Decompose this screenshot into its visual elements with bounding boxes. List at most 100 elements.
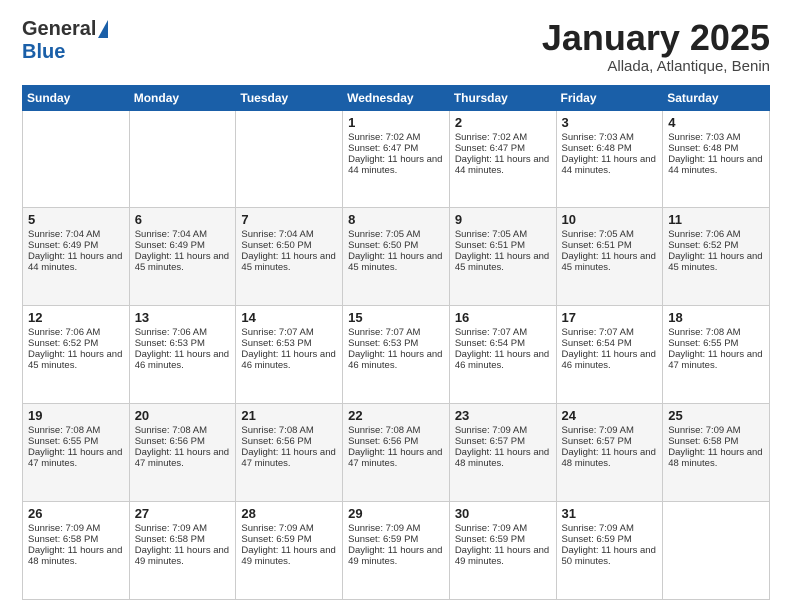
header-friday: Friday [556,85,663,110]
calendar-row: 19Sunrise: 7:08 AMSunset: 6:55 PMDayligh… [23,404,770,502]
logo-triangle-icon [98,20,108,38]
daylight-text: Daylight: 11 hours and 48 minutes. [668,447,764,469]
sunrise-text: Sunrise: 7:09 AM [455,425,551,436]
header: General Blue January 2025 Allada, Atlant… [22,18,770,75]
header-monday: Monday [129,85,236,110]
sunset-text: Sunset: 6:59 PM [455,534,551,545]
day-number: 4 [668,115,764,130]
sunrise-text: Sunrise: 7:09 AM [28,523,124,534]
sunrise-text: Sunrise: 7:08 AM [28,425,124,436]
day-number: 10 [562,212,658,227]
page: General Blue January 2025 Allada, Atlant… [0,0,792,612]
day-number: 9 [455,212,551,227]
sunset-text: Sunset: 6:58 PM [135,534,231,545]
calendar-cell: 19Sunrise: 7:08 AMSunset: 6:55 PMDayligh… [23,404,130,502]
logo-general-text: General [22,18,96,41]
calendar-cell: 9Sunrise: 7:05 AMSunset: 6:51 PMDaylight… [449,208,556,306]
logo: General Blue [22,18,108,64]
sunrise-text: Sunrise: 7:04 AM [241,229,337,240]
sunrise-text: Sunrise: 7:07 AM [348,327,444,338]
sunrise-text: Sunrise: 7:06 AM [135,327,231,338]
daylight-text: Daylight: 11 hours and 49 minutes. [241,545,337,567]
logo-blue-text: Blue [22,41,65,64]
daylight-text: Daylight: 11 hours and 45 minutes. [135,251,231,273]
calendar-cell: 27Sunrise: 7:09 AMSunset: 6:58 PMDayligh… [129,502,236,600]
daylight-text: Daylight: 11 hours and 46 minutes. [455,349,551,371]
daylight-text: Daylight: 11 hours and 44 minutes. [562,154,658,176]
sunset-text: Sunset: 6:48 PM [668,143,764,154]
day-number: 13 [135,310,231,325]
calendar-cell: 28 Sunrise: 7:09 AMSunset: 6:59 PMDayligh… [236,502,343,600]
sunset-text: Sunset: 6:58 PM [668,436,764,447]
sunrise-text: Sunrise: 7:05 AM [562,229,658,240]
sunrise-text: Sunrise: 7:09 AM [455,523,551,534]
calendar-cell: 20Sunrise: 7:08 AMSunset: 6:56 PMDayligh… [129,404,236,502]
sunrise-text: Sunrise: 7:05 AM [455,229,551,240]
calendar-cell: 23Sunrise: 7:09 AMSunset: 6:57 PMDayligh… [449,404,556,502]
day-number: 18 [668,310,764,325]
day-number: 21 [241,408,337,423]
daylight-text: Daylight: 11 hours and 46 minutes. [241,349,337,371]
sunrise-text: Sunrise: 7:07 AM [241,327,337,338]
calendar-cell: 18 Sunrise: 7:08 AMSunset: 6:55 PMDayligh… [663,306,770,404]
daylight-text: Daylight: 11 hours and 49 minutes. [455,545,551,567]
daylight-text: Daylight: 11 hours and 44 minutes. [455,154,551,176]
day-number: 3 [562,115,658,130]
day-number: 28 [241,506,337,521]
header-saturday: Saturday [663,85,770,110]
sunrise-text: Sunrise: 7:04 AM [135,229,231,240]
sunrise-text: Sunrise: 7:09 AM [668,425,764,436]
day-number: 6 [135,212,231,227]
sunset-text: Sunset: 6:59 PM [241,534,337,545]
calendar-cell: 24Sunrise: 7:09 AMSunset: 6:57 PMDayligh… [556,404,663,502]
header-thursday: Thursday [449,85,556,110]
daylight-text: Daylight: 11 hours and 47 minutes. [241,447,337,469]
sunrise-text: Sunrise: 7:09 AM [241,523,337,534]
calendar-cell: 22Sunrise: 7:08 AMSunset: 6:56 PMDayligh… [343,404,450,502]
calendar-cell: 1Sunrise: 7:02 AMSunset: 6:47 PMDaylight… [343,110,450,208]
sunset-text: Sunset: 6:54 PM [455,338,551,349]
calendar-cell: 14Sunrise: 7:07 AMSunset: 6:53 PMDayligh… [236,306,343,404]
calendar-cell: 30Sunrise: 7:09 AMSunset: 6:59 PMDayligh… [449,502,556,600]
daylight-text: Daylight: 11 hours and 46 minutes. [135,349,231,371]
calendar-cell [129,110,236,208]
daylight-text: Daylight: 11 hours and 44 minutes. [668,154,764,176]
daylight-text: Daylight: 11 hours and 47 minutes. [348,447,444,469]
calendar-cell: 8Sunrise: 7:05 AMSunset: 6:50 PMDaylight… [343,208,450,306]
daylight-text: Daylight: 11 hours and 46 minutes. [348,349,444,371]
sunrise-text: Sunrise: 7:08 AM [348,425,444,436]
daylight-text: Daylight: 11 hours and 50 minutes. [562,545,658,567]
calendar-cell: 7Sunrise: 7:04 AMSunset: 6:50 PMDaylight… [236,208,343,306]
daylight-text: Daylight: 11 hours and 45 minutes. [241,251,337,273]
calendar-row: 26Sunrise: 7:09 AMSunset: 6:58 PMDayligh… [23,502,770,600]
day-number: 2 [455,115,551,130]
sunset-text: Sunset: 6:59 PM [348,534,444,545]
sunset-text: Sunset: 6:57 PM [455,436,551,447]
daylight-text: Daylight: 11 hours and 45 minutes. [348,251,444,273]
location-subtitle: Allada, Atlantique, Benin [542,58,770,75]
sunset-text: Sunset: 6:59 PM [562,534,658,545]
sunset-text: Sunset: 6:53 PM [348,338,444,349]
sunset-text: Sunset: 6:56 PM [348,436,444,447]
calendar-cell: 15Sunrise: 7:07 AMSunset: 6:53 PMDayligh… [343,306,450,404]
sunset-text: Sunset: 6:52 PM [28,338,124,349]
calendar-cell: 21Sunrise: 7:08 AMSunset: 6:56 PMDayligh… [236,404,343,502]
day-number: 19 [28,408,124,423]
sunset-text: Sunset: 6:55 PM [668,338,764,349]
calendar-cell [236,110,343,208]
calendar-row: 1Sunrise: 7:02 AMSunset: 6:47 PMDaylight… [23,110,770,208]
calendar-row: 5Sunrise: 7:04 AMSunset: 6:49 PMDaylight… [23,208,770,306]
daylight-text: Daylight: 11 hours and 47 minutes. [668,349,764,371]
calendar-cell: 13Sunrise: 7:06 AMSunset: 6:53 PMDayligh… [129,306,236,404]
sunset-text: Sunset: 6:53 PM [241,338,337,349]
sunrise-text: Sunrise: 7:08 AM [668,327,764,338]
sunset-text: Sunset: 6:49 PM [28,240,124,251]
sunrise-text: Sunrise: 7:03 AM [562,132,658,143]
sunrise-text: Sunrise: 7:07 AM [455,327,551,338]
calendar-cell: 17Sunrise: 7:07 AMSunset: 6:54 PMDayligh… [556,306,663,404]
day-number: 20 [135,408,231,423]
calendar-cell: 31Sunrise: 7:09 AMSunset: 6:59 PMDayligh… [556,502,663,600]
sunrise-text: Sunrise: 7:02 AM [455,132,551,143]
daylight-text: Daylight: 11 hours and 47 minutes. [135,447,231,469]
calendar-cell: 29Sunrise: 7:09 AMSunset: 6:59 PMDayligh… [343,502,450,600]
